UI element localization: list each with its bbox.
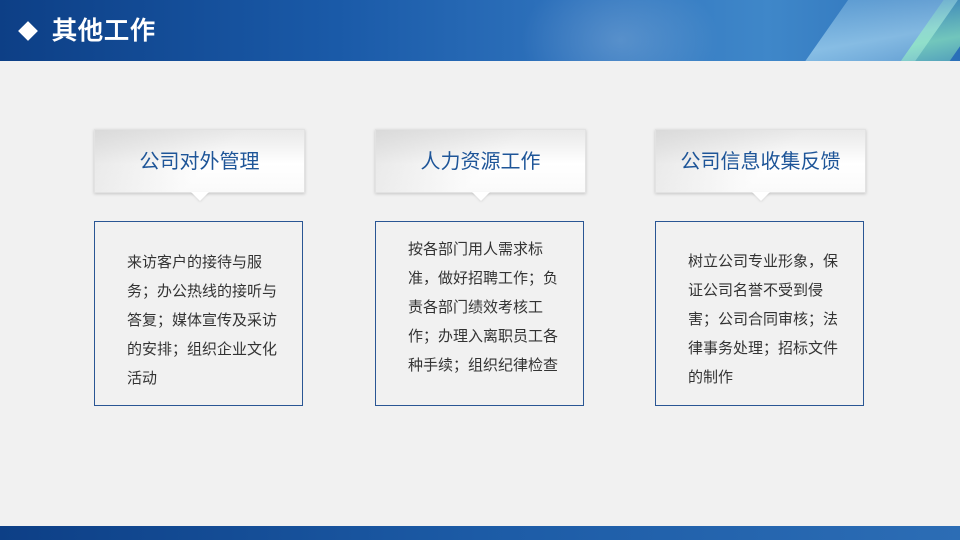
column-description: 树立公司专业形象，保证公司名誉不受到侵害；公司合同审核；法律事务处理；招标文件的… (688, 252, 839, 386)
diamond-icon (18, 21, 38, 41)
column-content-box: 树立公司专业形象，保证公司名誉不受到侵害；公司合同审核；法律事务处理；招标文件的… (655, 221, 864, 406)
column-title: 公司对外管理 (139, 149, 260, 173)
column-description: 按各部门用人需求标准，做好招聘工作；负责各部门绩效考核工作；办理入离职员工各种手… (408, 240, 559, 374)
column-content-box: 按各部门用人需求标准，做好招聘工作；负责各部门绩效考核工作；办理入离职员工各种手… (375, 221, 584, 406)
column-info-feedback: 公司信息收集反馈 树立公司专业形象，保证公司名誉不受到侵害；公司合同审核；法律事… (655, 129, 866, 406)
column-title: 人力资源工作 (420, 149, 541, 173)
column-content-box: 来访客户的接待与服务；办公热线的接听与答复；媒体宣传及采访的安排；组织企业文化活… (94, 221, 303, 406)
header-bar: 其他工作 (0, 0, 960, 61)
pointer-arrow-icon (191, 192, 209, 201)
column-title-card: 人力资源工作 (375, 129, 586, 201)
column-title: 公司信息收集反馈 (680, 149, 841, 173)
pointer-arrow-icon (752, 192, 770, 201)
column-description: 来访客户的接待与服务；办公热线的接听与答复；媒体宣传及采访的安排；组织企业文化活… (127, 253, 278, 387)
header-glow (520, 0, 720, 61)
footer-bar (0, 526, 960, 540)
pointer-arrow-icon (472, 192, 490, 201)
page-title: 其他工作 (52, 16, 157, 45)
column-human-resources: 人力资源工作 按各部门用人需求标准，做好招聘工作；负责各部门绩效考核工作；办理入… (375, 129, 586, 406)
column-external-management: 公司对外管理 来访客户的接待与服务；办公热线的接听与答复；媒体宣传及采访的安排；… (94, 129, 305, 406)
column-title-card: 公司信息收集反馈 (655, 129, 866, 201)
column-title-card: 公司对外管理 (94, 129, 305, 201)
